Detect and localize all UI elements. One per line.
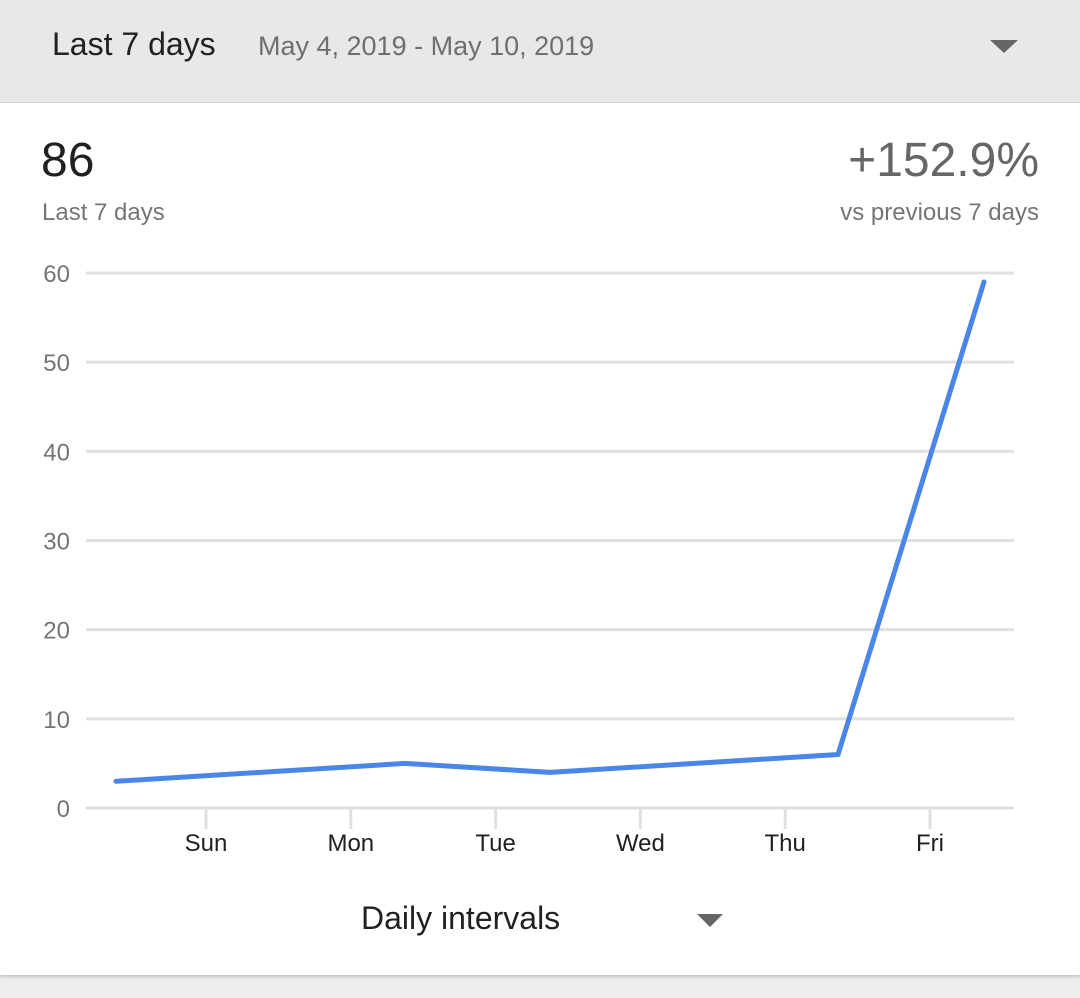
series-line [113,279,987,784]
y-tick-label: 20 [43,618,70,645]
date-range-selector[interactable]: Last 7 days May 4, 2019 - May 10, 2019 [0,0,1080,103]
stats-card: 86 Last 7 days +152.9% vs previous 7 day… [0,103,1080,975]
y-tick-label: 50 [43,350,70,377]
y-tick-label: 30 [43,529,70,556]
y-tick-label: 40 [43,439,70,466]
x-tick-label: Wed [616,830,665,857]
y-tick-label: 10 [43,707,70,734]
line-chart: 0 10 20 30 40 50 60 Sun Mon Tue Wed Thu Fri [43,261,1014,857]
y-tick-label: 60 [43,261,70,288]
caret-down-icon[interactable] [990,40,1018,53]
x-tick-label: Tue [475,830,515,857]
date-range-dates: May 4, 2019 - May 10, 2019 [258,31,595,61]
x-tick-label: Mon [327,830,374,857]
x-tick-label: Sun [185,830,228,857]
x-tick-label: Fri [916,830,944,857]
x-tick-label: Thu [765,830,806,857]
date-range-label: Last 7 days [52,26,216,62]
caret-down-icon[interactable] [697,914,723,927]
interval-select-value: Daily intervals [361,900,561,936]
y-tick-label: 0 [57,796,70,823]
